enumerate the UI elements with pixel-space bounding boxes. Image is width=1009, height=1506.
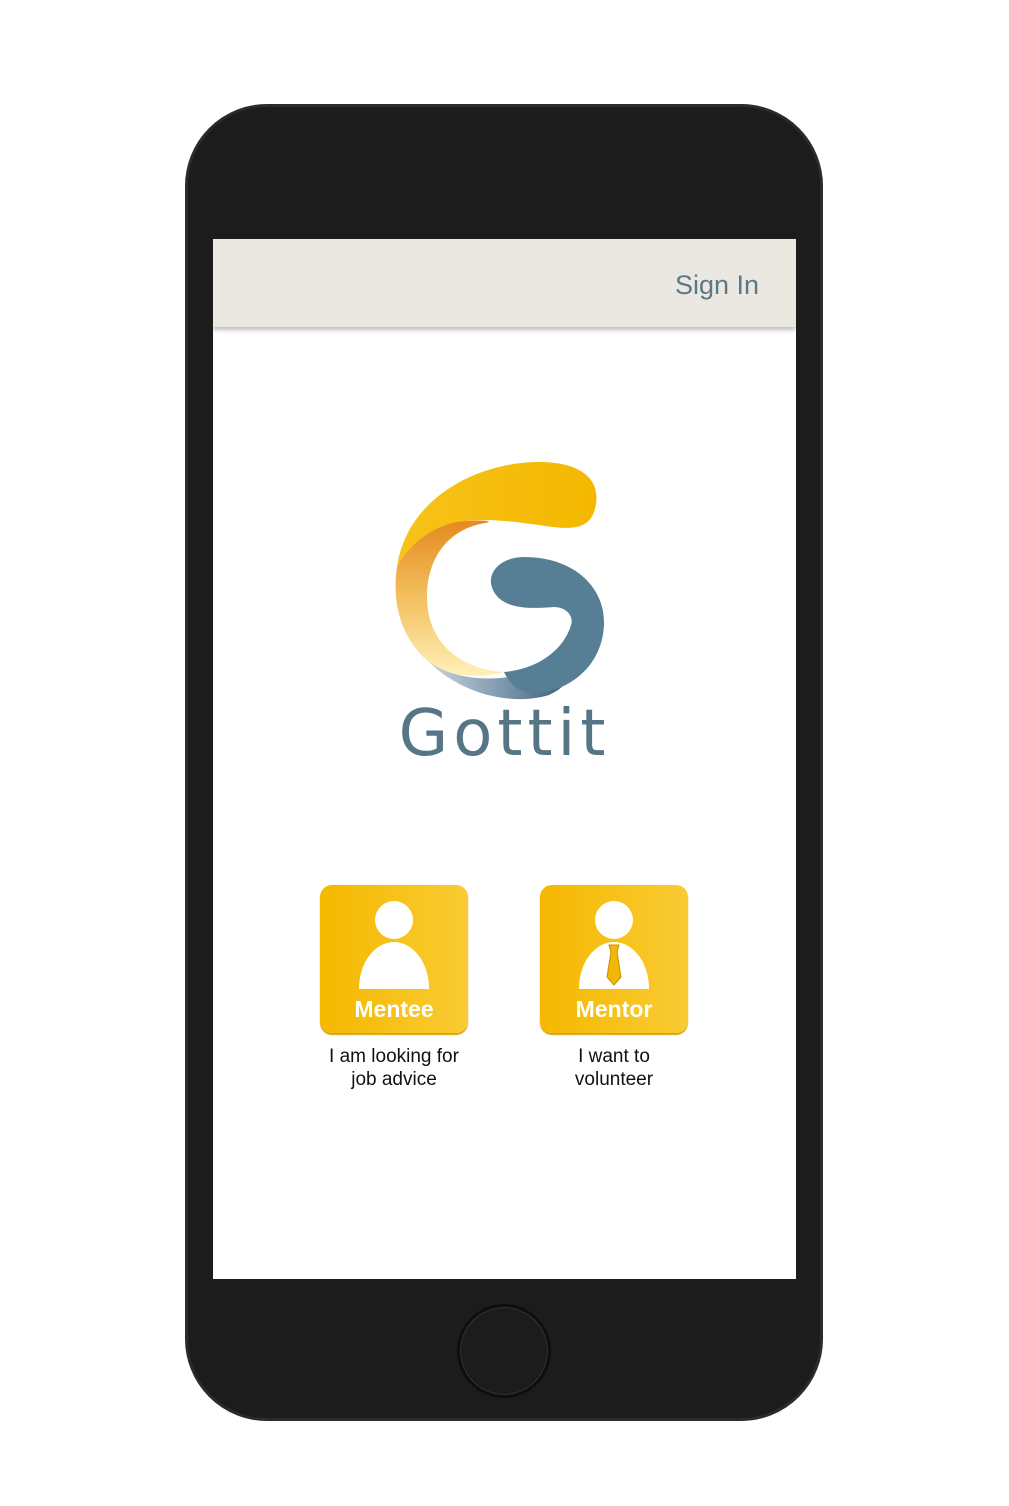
- mentee-option: Mentee I am looking for job advice: [294, 885, 494, 1091]
- mentee-label: Mentee: [354, 996, 434, 1022]
- top-bar: Sign In: [213, 239, 796, 327]
- mentor-button[interactable]: Mentor: [540, 885, 688, 1033]
- mentee-description: I am looking for job advice: [329, 1046, 459, 1090]
- brand-name: Gottit: [398, 697, 611, 771]
- mentor-option: Mentor I want to volunteer: [514, 885, 714, 1091]
- app-screen: Sign In Gottit Mentee I am looking for j…: [213, 239, 796, 1279]
- home-button[interactable]: [457, 1304, 551, 1398]
- gottit-logo-icon: [395, 462, 604, 700]
- sign-in-link[interactable]: Sign In: [675, 270, 759, 301]
- mentor-label: Mentor: [575, 996, 653, 1022]
- mentee-button[interactable]: Mentee: [320, 885, 468, 1033]
- mentor-description: I want to volunteer: [574, 1046, 654, 1090]
